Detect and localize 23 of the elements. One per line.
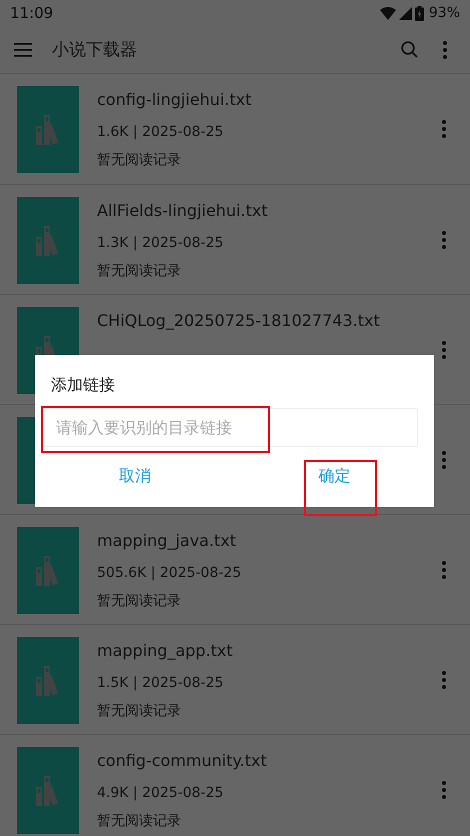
dialog-button[interactable]: 确定: [234, 453, 434, 499]
file-info: 505.6K | 2025-08-25: [97, 564, 242, 582]
file-name[interactable]: config-lingjiehui.txt: [97, 90, 252, 110]
app-title: 小说下载器: [52, 39, 138, 61]
file-info: 1.6K | 2025-08-25: [97, 123, 224, 141]
file-info: 1.3K | 2025-08-25: [97, 234, 224, 252]
reading-status: 暂无阅读记录: [97, 812, 181, 830]
status-time: 11:09: [10, 4, 54, 22]
file-name[interactable]: AllFields-lingjiehui.txt: [97, 201, 268, 221]
file-info: 4.9K | 2025-08-25: [97, 784, 224, 802]
reading-status: 暂无阅读记录: [97, 151, 181, 169]
file-info: 1.5K | 2025-08-25: [97, 674, 224, 692]
link-input-field[interactable]: 请输入要识别的目录链接: [41, 408, 418, 447]
reading-status: 暂无阅读记录: [97, 592, 181, 610]
battery-percent: 93%: [428, 5, 460, 21]
dialog-title: 添加链接: [51, 375, 116, 395]
dialog-button[interactable]: 取消: [35, 453, 234, 499]
file-name[interactable]: mapping_app.txt: [97, 641, 233, 661]
file-name[interactable]: CHiQLog_20250725-181027743.txt: [97, 311, 380, 331]
reading-status: 暂无阅读记录: [97, 262, 181, 280]
file-name[interactable]: config-community.txt: [97, 751, 267, 771]
file-name[interactable]: mapping_java.txt: [97, 531, 236, 551]
reading-status: 暂无阅读记录: [97, 702, 181, 720]
